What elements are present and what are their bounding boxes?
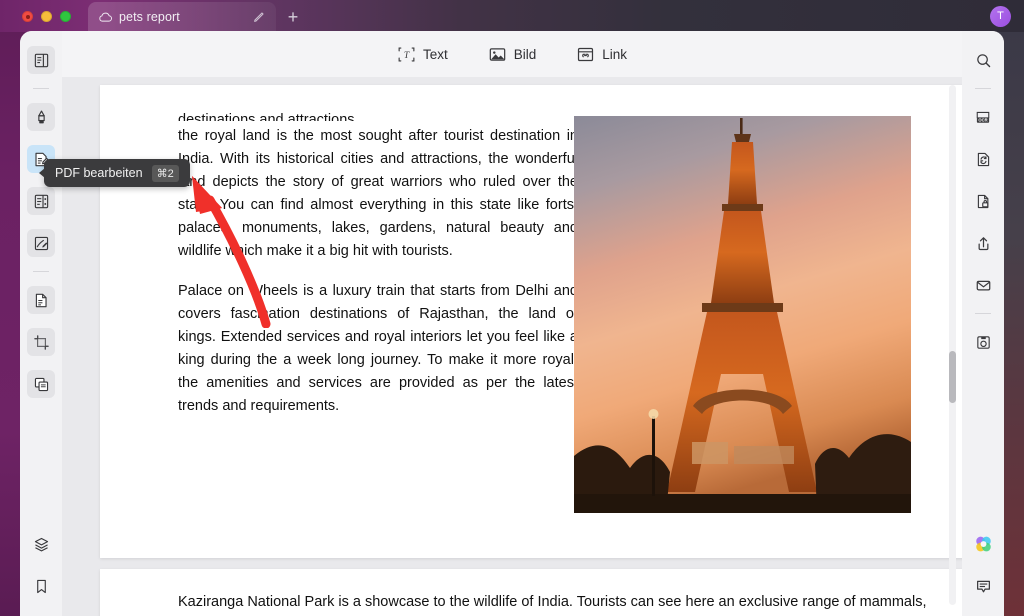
layers-icon (33, 536, 50, 553)
close-window-button[interactable] (22, 11, 33, 22)
sidebar-item-bookmark[interactable] (27, 572, 55, 600)
window-controls (22, 11, 71, 22)
sidebar-item-sign[interactable] (27, 229, 55, 257)
titlebar: pets report + T (0, 0, 1024, 32)
form-list-icon (33, 193, 50, 210)
tool-image[interactable]: Bild (488, 46, 537, 63)
svg-text:T: T (404, 50, 410, 60)
sidebar-item-layers[interactable] (27, 530, 55, 558)
lock-document-icon (975, 193, 992, 210)
tooltip: PDF bearbeiten ⌘2 (44, 159, 190, 187)
right-item-comments[interactable] (969, 572, 997, 600)
search-icon (975, 52, 992, 69)
right-item-ocr[interactable]: OCR (969, 103, 997, 131)
document-image[interactable] (574, 116, 911, 513)
sidebar-item-highlight[interactable] (27, 103, 55, 131)
mail-icon (975, 277, 992, 294)
document-pages-icon (33, 52, 50, 69)
paragraph: Palace on Wheels is a luxury train that … (178, 280, 578, 418)
avatar[interactable]: T (990, 6, 1011, 27)
ocr-icon: OCR (974, 109, 992, 126)
rail-separator (33, 88, 49, 89)
right-item-share[interactable] (969, 229, 997, 257)
tool-text[interactable]: T Text (397, 46, 448, 63)
tooltip-arrow (39, 168, 45, 178)
right-item-ai-assistant[interactable] (969, 530, 997, 558)
convert-refresh-icon (975, 151, 992, 168)
document-text-column[interactable]: the royal land is the most sought after … (178, 125, 578, 435)
sidebar-item-crop[interactable] (27, 328, 55, 356)
scrollbar-track[interactable] (949, 85, 956, 605)
paragraph: Kaziranga National Park is a showcase to… (178, 594, 798, 610)
document-page-1: destinations and attractions the royal l… (100, 85, 962, 558)
left-toolbar-rail (20, 31, 62, 616)
tool-image-label: Bild (514, 47, 537, 62)
cloud-icon (98, 11, 113, 23)
right-toolbar-rail: OCR (962, 31, 1004, 616)
sidebar-item-thumbnails[interactable] (27, 46, 55, 74)
tool-link[interactable]: Link (576, 46, 627, 63)
page-extract-icon (33, 292, 50, 309)
right-item-email[interactable] (969, 271, 997, 299)
image-icon (488, 46, 507, 63)
scrollbar-thumb[interactable] (949, 351, 956, 403)
document-toolbar: T Text Bild Link (62, 31, 962, 77)
link-icon (576, 46, 595, 63)
document-canvas[interactable]: destinations and attractions the royal l… (62, 77, 962, 616)
pencil-icon[interactable] (252, 10, 266, 24)
document-text-page2[interactable]: Kaziranga National Park is a showcase to… (178, 591, 962, 616)
document-page-2: Kaziranga National Park is a showcase to… (100, 569, 962, 616)
main-window: T Text Bild Link (20, 31, 1004, 616)
app-window: pets report + T (0, 0, 1024, 616)
tab-title: pets report (119, 10, 246, 24)
share-upload-icon (975, 235, 992, 252)
camera-snapshot-icon (975, 334, 992, 351)
tool-link-label: Link (602, 47, 627, 62)
maximize-window-button[interactable] (60, 11, 71, 22)
eiffel-tower-illustration (574, 116, 911, 513)
new-tab-button[interactable]: + (284, 9, 302, 27)
sidebar-item-form[interactable] (27, 187, 55, 215)
clipped-text-line: destinations and attractions (178, 109, 578, 121)
paragraph: the royal land is the most sought after … (178, 125, 578, 263)
sidebar-item-organize[interactable] (27, 370, 55, 398)
rail-separator (975, 313, 991, 314)
highlighter-icon (33, 109, 50, 126)
crop-page-icon (33, 334, 50, 351)
rail-separator (33, 271, 49, 272)
right-item-snapshot[interactable] (969, 328, 997, 356)
right-item-convert[interactable] (969, 145, 997, 173)
tooltip-shortcut: ⌘2 (152, 165, 179, 182)
bookmark-icon (33, 578, 50, 595)
text-box-icon: T (397, 46, 416, 63)
svg-text:OCR: OCR (978, 117, 987, 122)
comment-bubble-icon (975, 578, 992, 595)
document-tab[interactable]: pets report (88, 2, 276, 32)
tool-text-label: Text (423, 47, 448, 62)
rail-separator (975, 88, 991, 89)
right-item-protect[interactable] (969, 187, 997, 215)
sidebar-item-extract-page[interactable] (27, 286, 55, 314)
tooltip-label: PDF bearbeiten (55, 166, 143, 180)
minimize-window-button[interactable] (41, 11, 52, 22)
right-item-search[interactable] (969, 46, 997, 74)
copy-pages-icon (33, 376, 50, 393)
signature-icon (33, 235, 50, 252)
ai-flower-icon (973, 534, 994, 555)
